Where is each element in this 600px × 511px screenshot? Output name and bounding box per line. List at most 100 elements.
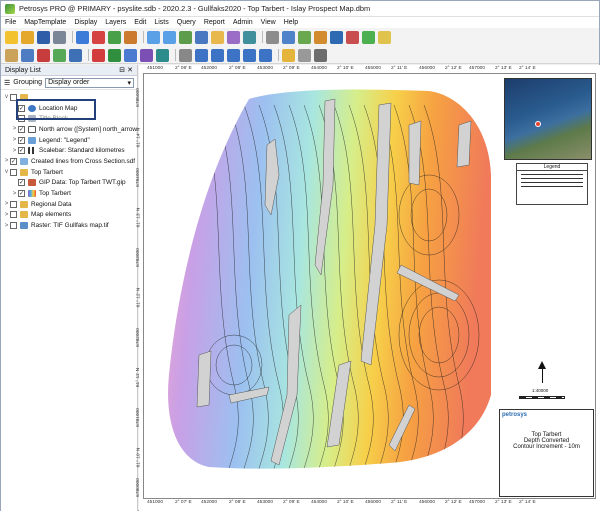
tree-row-north-arrow[interactable]: > ✓ North arrow ([System] north_arrow <box>1 124 137 135</box>
folder-icon[interactable] <box>5 48 18 62</box>
ellipse-icon[interactable] <box>259 48 272 62</box>
tree-row-top-tarbert-grid[interactable]: > ✓ Top Tarbert <box>1 188 137 199</box>
print-icon[interactable] <box>53 30 66 44</box>
stop-icon[interactable] <box>346 30 359 44</box>
bookmark-icon[interactable] <box>378 30 391 44</box>
expand-arrow-icon[interactable]: v <box>3 169 10 175</box>
measure-icon[interactable] <box>227 30 240 44</box>
zoom-extent-icon[interactable] <box>195 30 208 44</box>
menu-help[interactable]: Help <box>284 19 298 26</box>
expand-arrow-icon[interactable]: > <box>3 212 10 218</box>
map-canvas[interactable]: 451000 2° 06' E 452000 2° 08' E 453000 2… <box>136 65 600 511</box>
save-icon[interactable] <box>37 30 50 44</box>
seismic-icon[interactable] <box>156 48 169 62</box>
menu-display[interactable]: Display <box>74 19 97 26</box>
grid-icon[interactable] <box>243 30 256 44</box>
open-folder-icon[interactable] <box>21 30 34 44</box>
toolbar <box>1 28 599 64</box>
pin-icon[interactable]: ⊟ <box>119 67 125 74</box>
tool-icon[interactable] <box>124 30 137 44</box>
app-icon <box>5 3 15 14</box>
title-bar: Petrosys PRO @ PRIMARY - psyslite.sdb - … <box>1 1 599 17</box>
symbol-icon[interactable] <box>282 48 295 62</box>
expand-arrow-icon[interactable]: v <box>3 94 10 100</box>
menu-report[interactable]: Report <box>204 19 225 26</box>
tree-row-created-lines[interactable]: > ✓ Created lines from Cross Section.sdf <box>1 156 137 167</box>
copy-icon[interactable] <box>314 48 327 62</box>
dashed-line-icon[interactable] <box>298 48 311 62</box>
arrow-tool-icon[interactable] <box>92 48 105 62</box>
checkbox[interactable]: ✓ <box>18 179 25 187</box>
contour-icon[interactable] <box>53 48 66 62</box>
expand-arrow-icon[interactable]: > <box>3 158 10 164</box>
display-icon[interactable] <box>76 30 89 44</box>
expand-arrow-icon[interactable]: > <box>3 223 10 229</box>
grouping-icon: ☰ <box>4 79 11 87</box>
menu-edit[interactable]: Edit <box>134 19 146 26</box>
layer-icon[interactable] <box>92 30 105 44</box>
globe-icon[interactable] <box>124 48 137 62</box>
circle-icon[interactable] <box>243 48 256 62</box>
legend-box[interactable]: Legend <box>516 163 588 205</box>
zoom-in-icon[interactable] <box>147 30 160 44</box>
checkbox[interactable]: ✓ <box>17 125 25 133</box>
refresh-icon[interactable] <box>108 30 121 44</box>
title-block[interactable]: petrosys Top Tarbert Depth Converted Con… <box>499 409 594 497</box>
well-icon[interactable] <box>69 48 82 62</box>
tree-row-gip-data[interactable]: ✓ GIP Data: Top Tarbert TWT.gip <box>1 178 137 189</box>
new-file-icon[interactable] <box>5 30 18 44</box>
expand-arrow-icon[interactable]: > <box>11 137 18 143</box>
chevron-down-icon: ▾ <box>127 79 131 87</box>
menu-view[interactable]: View <box>261 19 276 26</box>
menu-lists[interactable]: Lists <box>154 19 168 26</box>
run-icon[interactable] <box>362 30 375 44</box>
check-icon[interactable] <box>298 30 311 44</box>
checkbox[interactable]: ✓ <box>18 136 25 144</box>
pan-icon[interactable] <box>179 30 192 44</box>
raster-icon <box>20 222 28 230</box>
zoom-out-icon[interactable] <box>163 30 176 44</box>
expand-arrow-icon[interactable]: > <box>11 126 18 132</box>
report-icon[interactable] <box>314 30 327 44</box>
checkbox[interactable]: ✓ <box>18 190 25 198</box>
tree-row-map-elements[interactable]: > Map elements <box>1 210 137 221</box>
tree-row-legend[interactable]: > ✓ Legend: "Legend" <box>1 135 137 146</box>
close-icon[interactable]: ✕ <box>127 67 133 74</box>
north-arrow-icon <box>27 125 36 133</box>
checkbox[interactable]: ✓ <box>10 157 17 165</box>
toolbar-row-1 <box>5 29 394 45</box>
line-icon[interactable] <box>195 48 208 62</box>
hand-icon[interactable] <box>211 30 224 44</box>
list-icon[interactable] <box>266 30 279 44</box>
raster-icon[interactable] <box>108 48 121 62</box>
expand-arrow-icon[interactable]: > <box>11 148 18 154</box>
grouping-select[interactable]: Display order ▾ <box>45 77 134 88</box>
query-icon[interactable] <box>330 30 343 44</box>
menu-maptemplate[interactable]: MapTemplate <box>24 19 66 26</box>
panel-controls: ⊟ ✕ <box>119 66 133 74</box>
tree-row-regional-data[interactable]: > Regional Data <box>1 199 137 210</box>
menu-layers[interactable]: Layers <box>105 19 126 26</box>
surface-icon[interactable] <box>140 48 153 62</box>
rectangle-icon[interactable] <box>227 48 240 62</box>
expand-arrow-icon[interactable]: > <box>3 201 10 207</box>
polygon-icon[interactable] <box>211 48 224 62</box>
tree-row-top-tarbert-group[interactable]: v Top Tarbert <box>1 167 137 178</box>
checkbox[interactable] <box>10 168 17 176</box>
checkbox[interactable] <box>10 222 17 230</box>
north-arrow[interactable] <box>537 361 547 385</box>
grid-display-icon[interactable] <box>21 48 34 62</box>
edit-icon[interactable] <box>282 30 295 44</box>
location-map-inset[interactable] <box>504 78 592 160</box>
fault-icon[interactable] <box>37 48 50 62</box>
menu-admin[interactable]: Admin <box>233 19 253 26</box>
checkbox[interactable] <box>10 200 17 208</box>
checkbox[interactable]: ✓ <box>18 147 25 155</box>
text-icon[interactable] <box>179 48 192 62</box>
menu-file[interactable]: File <box>5 19 16 26</box>
checkbox[interactable] <box>10 211 17 219</box>
tree-row-scalebar[interactable]: > ✓ Scalebar: Standard kilometres <box>1 145 137 156</box>
expand-arrow-icon[interactable]: > <box>11 191 18 197</box>
menu-query[interactable]: Query <box>177 19 196 26</box>
tree-row-raster[interactable]: > Raster: TIF Gullfaks map.tif <box>1 220 137 231</box>
